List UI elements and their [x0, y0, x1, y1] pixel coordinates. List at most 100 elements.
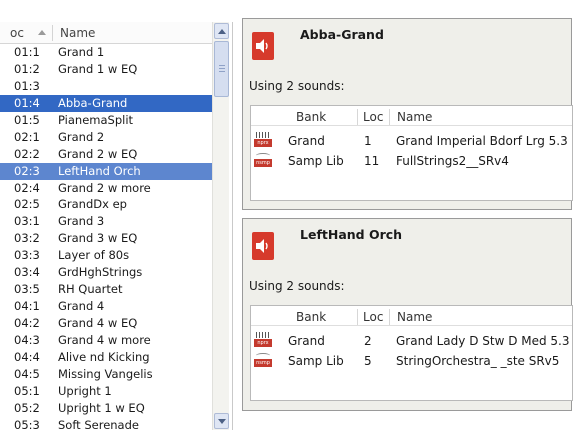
- list-item[interactable]: 05:3 Soft Serenade: [0, 417, 212, 430]
- item-loc: 02:4: [14, 180, 40, 195]
- item-loc: 03:5: [14, 282, 40, 297]
- column-header-loc[interactable]: Loc: [363, 310, 383, 324]
- grip-line: [219, 68, 225, 69]
- column-divider[interactable]: [357, 109, 358, 125]
- item-loc: 01:2: [14, 61, 40, 76]
- column-header-name[interactable]: Name: [397, 110, 432, 124]
- list-item[interactable]: 05:1 Upright 1: [0, 383, 212, 400]
- list-scrollbar[interactable]: [212, 22, 229, 430]
- item-loc: 02:2: [14, 146, 40, 161]
- item-loc: 04:3: [14, 332, 40, 347]
- item-name: Grand 2 w EQ: [58, 146, 138, 161]
- item-name: Alive nd Kicking: [58, 349, 150, 364]
- list-item[interactable]: 05:2 Upright 1 w EQ: [0, 400, 212, 417]
- list-item[interactable]: 02:5 GrandDx ep: [0, 196, 212, 213]
- item-name: RH Quartet: [58, 282, 123, 297]
- item-name: LeftHand Orch: [58, 163, 141, 178]
- list-item[interactable]: 03:1 Grand 3: [0, 213, 212, 230]
- cell-loc: 5: [364, 354, 372, 368]
- list-item[interactable]: 04:5 Missing Vangelis: [0, 366, 212, 383]
- program-title: Abba-Grand: [300, 27, 384, 42]
- list-item[interactable]: 03:5 RH Quartet: [0, 281, 212, 298]
- item-loc: 01:1: [14, 45, 40, 59]
- item-loc: 02:3: [14, 163, 40, 178]
- table-row[interactable]: nsmp Samp Lib 5 StringOrchestra_ _ste SR…: [251, 351, 572, 371]
- list-item[interactable]: 04:1 Grand 4: [0, 298, 212, 315]
- list-item[interactable]: 01:1 Grand 1: [0, 44, 212, 61]
- list-item[interactable]: 01:5 PianemaSplit: [0, 112, 212, 129]
- scroll-thumb[interactable]: [214, 41, 229, 97]
- item-loc: 03:4: [14, 265, 40, 280]
- program-detail-panel: LeftHand Orch Using 2 sounds: Bank Loc N…: [242, 218, 573, 411]
- sample-bank-icon: nsmp: [254, 152, 272, 169]
- piano-bank-icon: nprx: [254, 332, 272, 349]
- item-name: Upright 1 w EQ: [58, 400, 145, 415]
- sort-ascending-icon: [38, 30, 46, 35]
- sample-bank-icon: nsmp: [254, 352, 272, 369]
- list-item[interactable]: 03:4 GrdHghStrings: [0, 264, 212, 281]
- item-name: Grand 4: [58, 299, 105, 314]
- item-loc: 04:5: [14, 366, 40, 381]
- column-header-name[interactable]: Name: [397, 310, 432, 324]
- item-loc: 04:1: [14, 299, 40, 314]
- item-name: Grand 3 w EQ: [58, 231, 138, 246]
- grip-line: [219, 65, 225, 66]
- item-loc: 02:5: [14, 197, 40, 212]
- list-item[interactable]: 03:3 Layer of 80s: [0, 247, 212, 264]
- list-item[interactable]: 04:3 Grand 4 w more: [0, 332, 212, 349]
- sounds-count-label: Using 2 sounds:: [249, 79, 345, 93]
- list-item[interactable]: 04:4 Alive nd Kicking: [0, 349, 212, 366]
- item-loc: 03:1: [14, 214, 40, 229]
- item-loc: 04:2: [14, 316, 40, 330]
- list-item[interactable]: 02:4 Grand 2 w more: [0, 180, 212, 197]
- scroll-up-button[interactable]: [214, 23, 229, 39]
- speaker-icon: [252, 232, 274, 260]
- list-item-selected[interactable]: 01:4 Abba-Grand: [0, 94, 212, 112]
- program-detail-panel: Abba-Grand Using 2 sounds: Bank Loc Name…: [242, 18, 573, 210]
- item-loc: 03:3: [14, 248, 40, 263]
- column-divider[interactable]: [389, 109, 390, 125]
- list-header: oc Name: [0, 22, 212, 44]
- list-item-selected[interactable]: 02:3 LeftHand Orch: [0, 162, 212, 180]
- item-name: Grand 4 w EQ: [58, 316, 138, 330]
- item-name: Missing Vangelis: [58, 366, 153, 381]
- column-header-loc[interactable]: oc: [10, 26, 24, 40]
- item-loc: 01:4: [14, 95, 40, 110]
- item-name: Grand 2 w more: [58, 180, 151, 195]
- column-header-loc[interactable]: Loc: [363, 110, 383, 124]
- item-name: Layer of 80s: [58, 248, 130, 263]
- table-row[interactable]: nsmp Samp Lib 11 FullStrings2__SRv4: [251, 151, 572, 171]
- item-name: Grand 4 w more: [58, 332, 151, 347]
- list-item[interactable]: 04:2 Grand 4 w EQ: [0, 315, 212, 332]
- list-item[interactable]: 01:2 Grand 1 w EQ: [0, 61, 212, 78]
- list-item[interactable]: 03:2 Grand 3 w EQ: [0, 230, 212, 247]
- sounds-count-label: Using 2 sounds:: [249, 279, 345, 293]
- grip-line: [219, 71, 225, 72]
- column-header-bank[interactable]: Bank: [296, 110, 326, 124]
- column-header-bank[interactable]: Bank: [296, 310, 326, 324]
- scroll-down-button[interactable]: [214, 413, 229, 429]
- cell-bank: Samp Lib: [288, 154, 344, 168]
- item-name: PianemaSplit: [58, 112, 134, 127]
- item-loc: 05:2: [14, 400, 40, 415]
- table-row[interactable]: nprx Grand 2 Grand Lady D Stw D Med 5.3: [251, 331, 572, 351]
- cell-loc: 2: [364, 334, 372, 348]
- item-name: Grand 1 w EQ: [58, 61, 138, 76]
- sounds-table: Bank Loc Name nprx Grand 1 Grand Imperia…: [250, 105, 573, 201]
- table-header: Bank Loc Name: [251, 306, 572, 326]
- column-divider[interactable]: [389, 309, 390, 325]
- column-divider[interactable]: [357, 309, 358, 325]
- column-divider[interactable]: [52, 25, 53, 41]
- list-item[interactable]: 02:1 Grand 2: [0, 129, 212, 146]
- item-loc: 04:4: [14, 349, 40, 364]
- item-name: Soft Serenade: [58, 417, 139, 430]
- arrow-up-icon: [218, 29, 226, 34]
- list-item[interactable]: 02:2 Grand 2 w EQ: [0, 146, 212, 163]
- column-header-name[interactable]: Name: [60, 26, 95, 40]
- cell-bank: Samp Lib: [288, 354, 344, 368]
- program-list[interactable]: oc Name 01:1 Grand 1 01:2 Grand 1 w EQ 01:…: [0, 22, 233, 430]
- sounds-table: Bank Loc Name nprx Grand 2 Grand Lady D …: [250, 305, 573, 401]
- list-item[interactable]: 01:3: [0, 78, 212, 95]
- table-row[interactable]: nprx Grand 1 Grand Imperial Bdorf Lrg 5.…: [251, 131, 572, 151]
- arrow-down-icon: [218, 419, 226, 424]
